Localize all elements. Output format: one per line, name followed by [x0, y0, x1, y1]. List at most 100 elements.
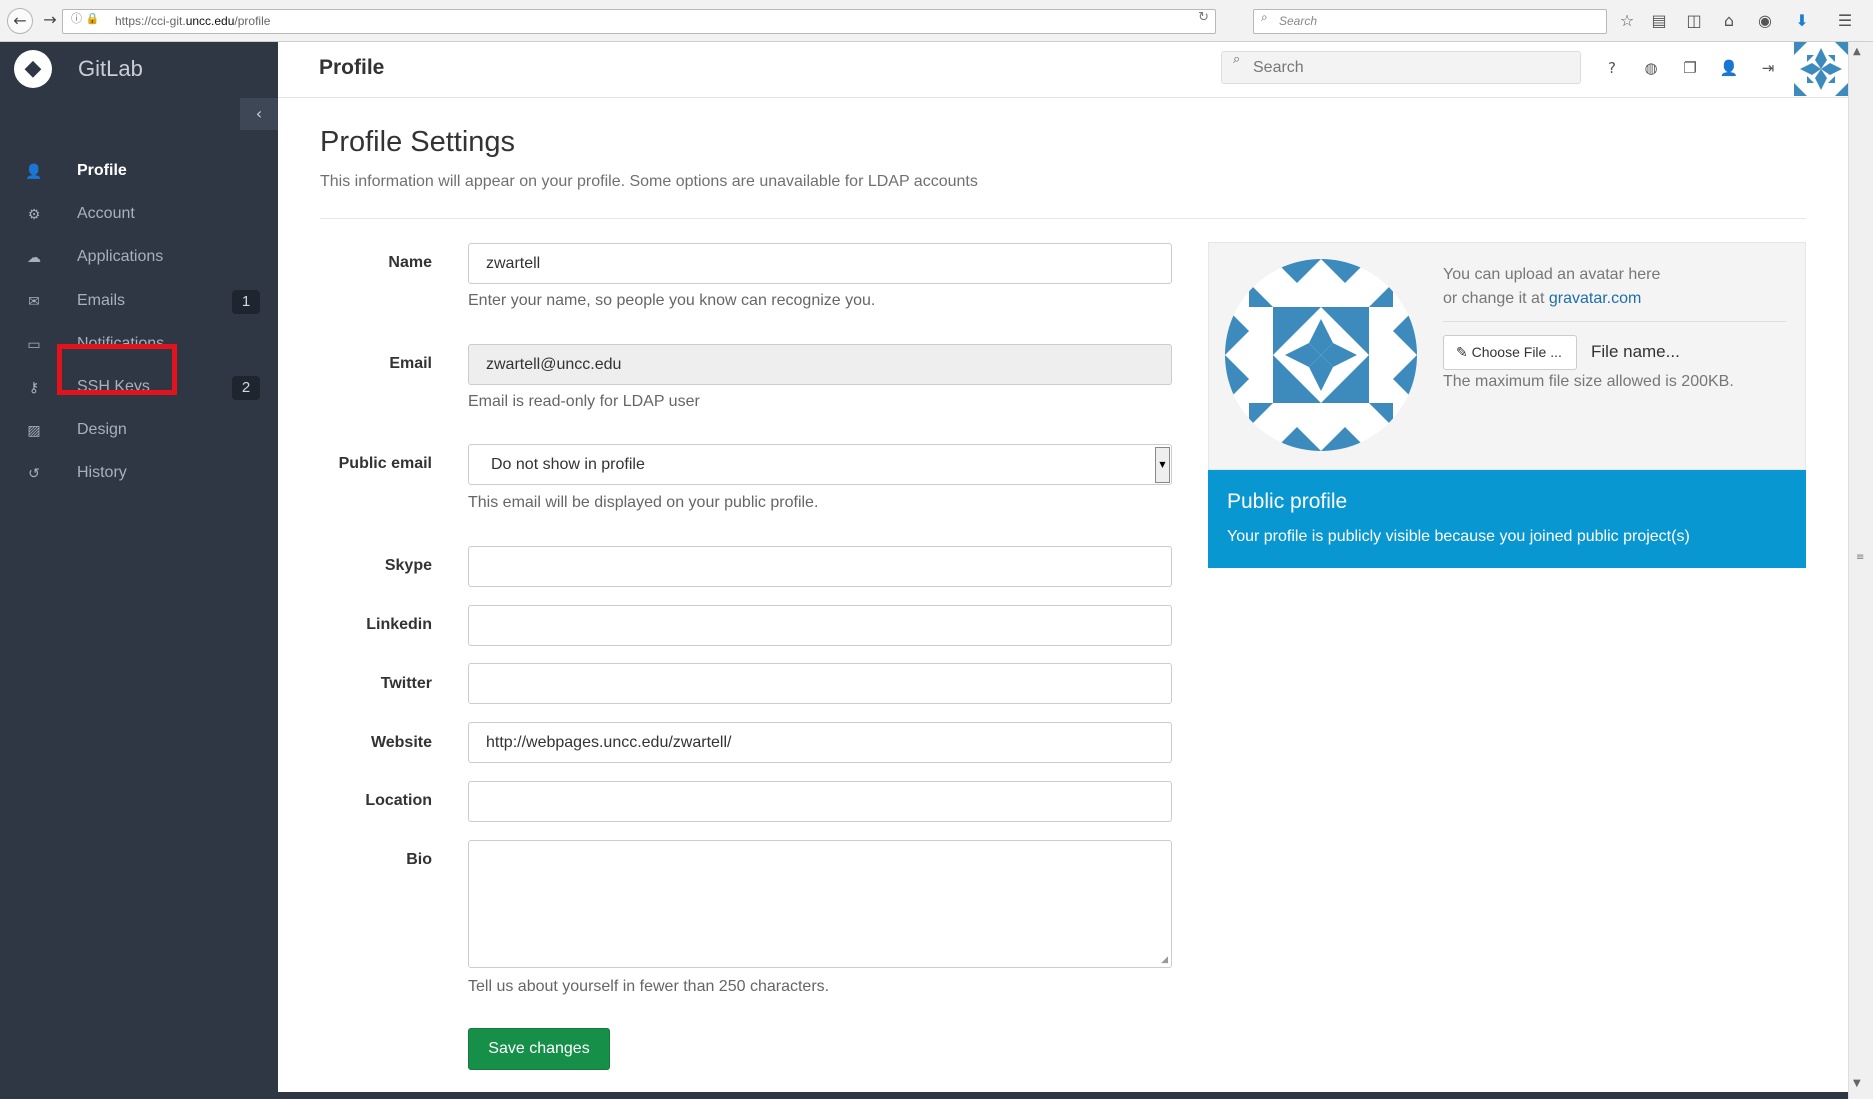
profile-avatar — [1225, 259, 1417, 451]
dropdown-arrow-icon[interactable]: ▼ — [1155, 447, 1170, 483]
user-avatar[interactable] — [1794, 42, 1848, 96]
public-email-select[interactable]: Do not show in profile ▼ — [468, 444, 1172, 485]
chevron-left-icon: ‹ — [255, 104, 263, 123]
gravatar-link[interactable]: gravatar.com — [1549, 290, 1641, 307]
name-label: Name — [388, 254, 432, 271]
url-host: uncc.edu — [185, 14, 235, 28]
save-button[interactable]: Save changes — [468, 1028, 610, 1070]
browser-search-placeholder: Search — [1279, 14, 1318, 28]
bio-textarea[interactable]: ◢ — [468, 840, 1172, 968]
image-icon: ▨ — [27, 423, 41, 439]
public-email-value: Do not show in profile — [491, 456, 645, 473]
sign-out-icon[interactable]: ⇥ — [1757, 57, 1779, 79]
user-icon: 👤 — [25, 164, 43, 180]
address-bar[interactable]: ⓘ 🔒 https://cci-git.uncc.edu/profile ↻ — [62, 9, 1216, 34]
forward-icon[interactable]: → — [37, 8, 63, 34]
sidebar-item-design[interactable]: ▨ Design — [0, 411, 278, 451]
scroll-down-icon[interactable]: ▼ — [1853, 1078, 1861, 1089]
home-icon[interactable]: ⌂ — [1717, 9, 1741, 33]
gear-icon: ⚙ — [27, 207, 41, 223]
chat-icon[interactable]: ◉ — [1753, 9, 1777, 33]
reading-list-icon[interactable]: ▤ — [1647, 9, 1671, 33]
sidebar-item-label: History — [77, 464, 127, 481]
history-icon: ↺ — [28, 466, 40, 482]
download-icon[interactable]: ⬇ — [1790, 9, 1814, 33]
tanuki-icon: ◆ — [14, 50, 52, 88]
sidebar-item-history[interactable]: ↺ History — [0, 454, 278, 494]
page-title: Profile — [319, 56, 385, 79]
sidebar-item-account[interactable]: ⚙ Account — [0, 195, 278, 235]
scroll-up-icon[interactable]: ▲ — [1853, 46, 1861, 57]
browser-search-input[interactable]: ⌕ Search — [1253, 9, 1607, 34]
brand-name: GitLab — [78, 56, 143, 81]
envelope-icon: ✉ — [28, 294, 40, 310]
file-name-label: File name... — [1591, 342, 1680, 361]
sidebar-item-label: Account — [77, 205, 135, 222]
name-field[interactable]: zwartell — [468, 243, 1172, 284]
divider — [1443, 321, 1786, 322]
site-info-icon[interactable]: ⓘ 🔒 — [71, 10, 99, 26]
cloud-icon: ☁ — [27, 250, 41, 266]
collapse-sidebar-button[interactable]: ‹ — [240, 98, 278, 130]
name-help: Enter your name, so people you know can … — [468, 292, 876, 309]
public-email-label: Public email — [338, 455, 432, 472]
avatar-instructions: You can upload an avatar here or change … — [1443, 263, 1660, 311]
count-badge: 1 — [232, 290, 260, 314]
avatar-line1: You can upload an avatar here — [1443, 266, 1661, 283]
choose-file-button[interactable]: ✎ Choose File ... — [1443, 335, 1577, 370]
url-path: /profile — [234, 14, 271, 28]
public-profile-panel: Public profile Your profile is publicly … — [1208, 470, 1806, 568]
url-prefix: https://cci-git. — [115, 14, 186, 28]
sidebar-item-label: Emails — [77, 292, 126, 309]
pocket-icon[interactable]: ◫ — [1682, 9, 1706, 33]
linkedin-field[interactable] — [468, 605, 1172, 646]
email-label: Email — [389, 355, 432, 372]
sidebar-item-emails[interactable]: ✉ Emails 1 — [0, 282, 278, 322]
avatar-panel: You can upload an avatar here or change … — [1208, 242, 1806, 470]
location-label: Location — [365, 792, 432, 809]
website-label: Website — [370, 734, 432, 751]
bio-label: Bio — [406, 851, 432, 868]
window-bottom-edge — [278, 1092, 1848, 1099]
public-email-help: This email will be displayed on your pub… — [468, 494, 819, 511]
sidebar: ◆ GitLab ‹ 👤 Profile ⚙ Account ☁ Applica… — [0, 42, 278, 1099]
header: Profile ⌕ Search ? ◍ ❐ 👤 ⇥ — [278, 42, 1848, 98]
website-field[interactable]: http://webpages.uncc.edu/zwartell/ — [468, 722, 1172, 763]
search-icon: ⌕ — [1233, 52, 1241, 67]
globe-icon[interactable]: ◍ — [1640, 57, 1662, 79]
settings-subtitle: This information will appear on your pro… — [320, 173, 978, 190]
email-field: zwartell@uncc.edu — [468, 344, 1172, 385]
copy-icon[interactable]: ❐ — [1679, 57, 1701, 79]
bookmark-star-icon[interactable]: ☆ — [1615, 9, 1639, 33]
menu-icon[interactable]: ☰ — [1833, 9, 1857, 33]
browser-toolbar: ← → ⓘ 🔒 https://cci-git.uncc.edu/profile… — [0, 0, 1873, 42]
highlight-annotation — [57, 344, 177, 395]
twitter-field[interactable] — [468, 663, 1172, 704]
count-badge: 2 — [232, 376, 260, 400]
email-help: Email is read-only for LDAP user — [468, 393, 700, 410]
location-field[interactable] — [468, 781, 1172, 822]
sidebar-item-profile[interactable]: 👤 Profile — [0, 152, 278, 192]
page-scrollbar[interactable]: ▲ ≡ ▼ — [1848, 42, 1873, 1099]
sidebar-item-applications[interactable]: ☁ Applications — [0, 238, 278, 278]
public-profile-description: Your profile is publicly visible because… — [1227, 528, 1690, 545]
user-icon[interactable]: 👤 — [1718, 57, 1740, 79]
key-icon: ⚷ — [28, 380, 40, 396]
skype-label: Skype — [384, 557, 432, 574]
reload-icon[interactable]: ↻ — [1198, 10, 1209, 25]
gitlab-logo[interactable]: ◆ GitLab — [0, 42, 278, 94]
public-profile-title: Public profile — [1227, 490, 1348, 513]
resize-handle-icon[interactable]: ◢ — [1161, 955, 1168, 965]
twitter-label: Twitter — [380, 675, 432, 692]
search-placeholder: Search — [1253, 59, 1304, 76]
avatar-line2: or change it at — [1443, 290, 1549, 307]
question-icon[interactable]: ? — [1601, 57, 1623, 79]
sidebar-item-label: Applications — [77, 248, 164, 265]
max-file-size-text: The maximum file size allowed is 200KB. — [1443, 373, 1734, 390]
scroll-grip-icon[interactable]: ≡ — [1856, 552, 1864, 563]
back-icon[interactable]: ← — [7, 8, 33, 34]
sidebar-item-label: Profile — [77, 162, 127, 179]
inbox-icon: ▭ — [27, 337, 41, 353]
search-input[interactable]: ⌕ Search — [1221, 51, 1581, 84]
skype-field[interactable] — [468, 546, 1172, 587]
